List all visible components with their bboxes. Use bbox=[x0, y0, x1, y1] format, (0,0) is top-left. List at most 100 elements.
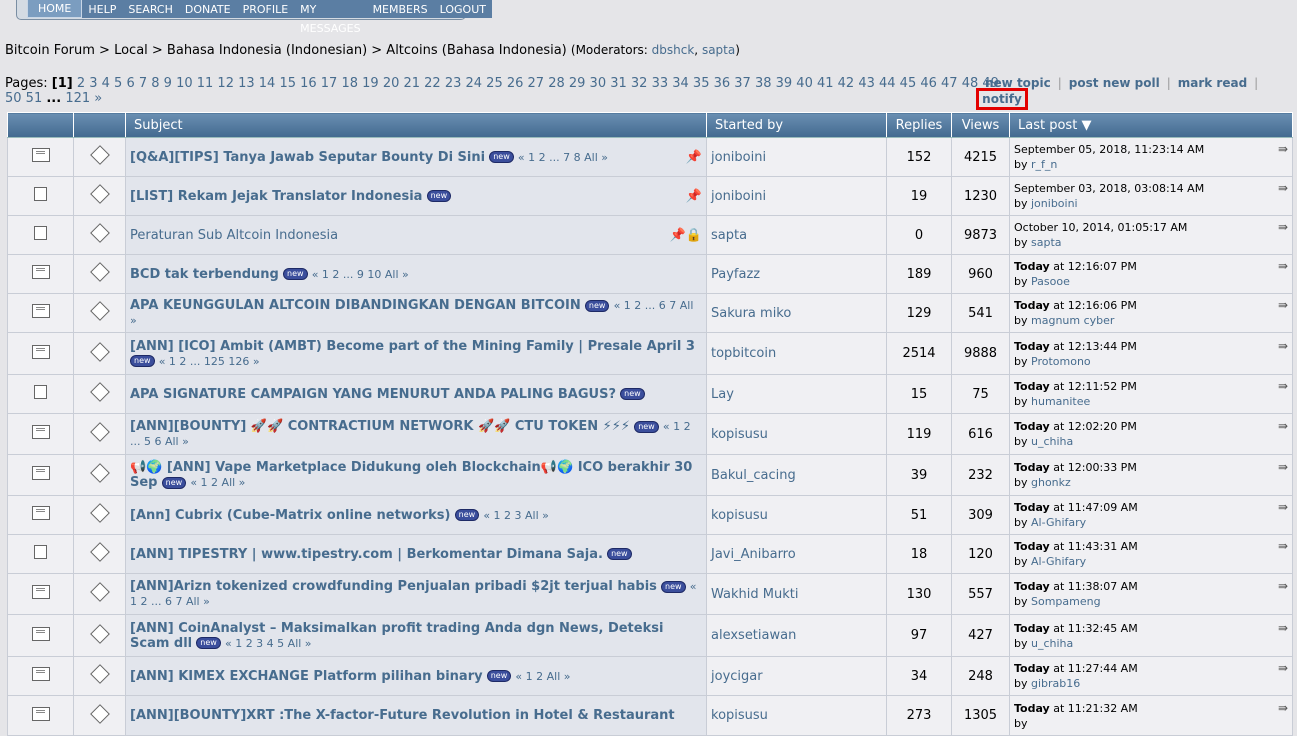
last-poster-link[interactable]: u_chiha bbox=[1031, 435, 1073, 448]
starter-link[interactable]: kopisusu bbox=[711, 708, 768, 723]
go-to-last-post-icon[interactable]: ⇛ bbox=[1278, 661, 1288, 676]
topic-pages[interactable]: « 1 2 ... 125 126 » bbox=[159, 355, 260, 368]
starter-link[interactable]: topbitcoin bbox=[711, 346, 776, 361]
new-badge-icon[interactable]: new bbox=[584, 299, 610, 312]
last-poster-link[interactable]: magnum cyber bbox=[1031, 314, 1114, 327]
topic-pages[interactable]: « 1 2 All » bbox=[515, 670, 570, 683]
topic-icon bbox=[34, 385, 47, 399]
last-poster-link[interactable]: joniboini bbox=[1031, 197, 1078, 210]
topic-link[interactable]: [ANN] KIMEX EXCHANGE Platform pilihan bi… bbox=[130, 669, 483, 684]
moderator-link[interactable]: dbshck bbox=[652, 43, 695, 57]
menu-logout[interactable]: LOGOUT bbox=[433, 0, 492, 18]
col-views[interactable]: Views bbox=[951, 112, 1010, 138]
go-to-last-post-icon[interactable]: ⇛ bbox=[1278, 259, 1288, 274]
go-to-last-post-icon[interactable]: ⇛ bbox=[1278, 298, 1288, 313]
last-poster-link[interactable]: humanitee bbox=[1031, 395, 1090, 408]
go-to-last-post-icon[interactable]: ⇛ bbox=[1278, 220, 1288, 235]
topic-link[interactable]: APA SIGNATURE CAMPAIGN YANG MENURUT ANDA… bbox=[130, 387, 616, 402]
last-poster-link[interactable]: gibrab16 bbox=[1031, 677, 1080, 690]
last-poster-link[interactable]: Protomono bbox=[1031, 355, 1091, 368]
go-to-last-post-icon[interactable]: ⇛ bbox=[1278, 500, 1288, 515]
go-to-last-post-icon[interactable]: ⇛ bbox=[1278, 579, 1288, 594]
new-badge-icon[interactable]: new bbox=[283, 268, 308, 280]
menu-members[interactable]: MEMBERS bbox=[366, 0, 434, 18]
last-poster-link[interactable]: Al-Ghifary bbox=[1031, 516, 1086, 529]
new-badge-icon[interactable]: new bbox=[130, 355, 155, 367]
topic-link[interactable]: BCD tak terbendung bbox=[130, 267, 279, 282]
col-subject[interactable]: Subject bbox=[125, 112, 707, 138]
go-to-last-post-icon[interactable]: ⇛ bbox=[1278, 142, 1288, 157]
starter-link[interactable]: Lay bbox=[711, 387, 734, 402]
starter-link[interactable]: Wakhid Mukti bbox=[711, 587, 798, 602]
new-badge-icon[interactable]: new bbox=[454, 509, 480, 521]
new-badge-icon[interactable]: new bbox=[661, 580, 686, 593]
topic-pages[interactable]: « 1 2 ... 7 8 All » bbox=[518, 151, 608, 164]
starter-link[interactable]: sapta bbox=[711, 228, 747, 243]
topic-pages[interactable]: « 1 2 3 All » bbox=[483, 509, 549, 522]
starter-link[interactable]: Bakul_cacing bbox=[711, 468, 796, 483]
starter-link[interactable]: kopisusu bbox=[711, 508, 768, 523]
topic-link[interactable]: APA KEUNGGULAN ALTCOIN DIBANDINGKAN DENG… bbox=[130, 298, 581, 313]
go-to-last-post-icon[interactable]: ⇛ bbox=[1278, 419, 1288, 434]
col-replies[interactable]: Replies bbox=[886, 112, 952, 138]
go-to-last-post-icon[interactable]: ⇛ bbox=[1278, 621, 1288, 636]
new-badge-icon[interactable]: new bbox=[489, 151, 514, 163]
starter-link[interactable]: alexsetiawan bbox=[711, 628, 796, 643]
col-started-by[interactable]: Started by bbox=[706, 112, 887, 138]
last-poster-link[interactable]: sapta bbox=[1031, 236, 1062, 249]
menu-help[interactable]: HELP bbox=[82, 0, 123, 18]
menu-donate[interactable]: DONATE bbox=[178, 0, 237, 18]
last-poster-link[interactable]: Pasooe bbox=[1031, 275, 1070, 288]
last-poster-link[interactable]: u_chiha bbox=[1031, 637, 1073, 650]
topic-link[interactable]: [ANN][BOUNTY]XRT :The X-factor-Future Re… bbox=[130, 708, 675, 723]
col-last-post[interactable]: Last post ▼ bbox=[1009, 112, 1293, 138]
new-badge-icon[interactable]: new bbox=[486, 670, 512, 682]
mark-read-button[interactable]: mark read bbox=[1178, 76, 1247, 90]
new-badge-icon[interactable]: new bbox=[426, 190, 452, 202]
last-poster-link[interactable]: r_f_n bbox=[1031, 158, 1057, 171]
new-poll-button[interactable]: post new poll bbox=[1069, 76, 1160, 90]
new-badge-icon[interactable]: new bbox=[620, 388, 645, 400]
menu-search[interactable]: SEARCH bbox=[122, 0, 179, 18]
topic-pages[interactable]: « 1 2 3 4 5 All » bbox=[225, 637, 312, 650]
go-to-last-post-icon[interactable]: ⇛ bbox=[1278, 181, 1288, 196]
last-page-link[interactable]: 121 » bbox=[65, 91, 102, 106]
moderator-link[interactable]: sapta bbox=[702, 43, 735, 57]
topic-pages[interactable]: « 1 2 All » bbox=[190, 476, 245, 489]
page-links[interactable]: 2 3 4 5 6 7 8 9 10 11 12 13 14 15 16 17 … bbox=[77, 76, 999, 91]
new-badge-icon[interactable]: new bbox=[607, 548, 632, 560]
starter-link[interactable]: joycigar bbox=[711, 669, 763, 684]
topic-link[interactable]: Peraturan Sub Altcoin Indonesia bbox=[130, 228, 338, 243]
menu-profile[interactable]: PROFILE bbox=[236, 0, 295, 18]
last-poster-link[interactable]: Al-Ghifary bbox=[1031, 555, 1086, 568]
go-to-last-post-icon[interactable]: ⇛ bbox=[1278, 379, 1288, 394]
notify-button[interactable]: notify bbox=[982, 92, 1022, 106]
last-poster-link[interactable]: Sompameng bbox=[1031, 595, 1101, 608]
menu-my-messages[interactable]: MY MESSAGES bbox=[294, 0, 367, 35]
topic-pages[interactable]: « 1 2 ... 9 10 All » bbox=[312, 268, 409, 281]
go-to-last-post-icon[interactable]: ⇛ bbox=[1278, 339, 1288, 354]
breadcrumb-path[interactable]: Bitcoin Forum > Local > Bahasa Indonesia… bbox=[5, 43, 567, 58]
new-badge-icon[interactable]: new bbox=[196, 637, 221, 649]
new-badge-icon[interactable]: new bbox=[634, 420, 659, 433]
starter-link[interactable]: joniboini bbox=[711, 189, 766, 204]
topic-link[interactable]: [Q&A][TIPS] Tanya Jawab Seputar Bounty D… bbox=[130, 150, 485, 165]
topic-link[interactable]: [ANN]Arizn tokenized crowdfunding Penjua… bbox=[130, 579, 657, 594]
page-links-2[interactable]: 50 51 bbox=[5, 91, 42, 106]
last-poster-link[interactable]: ghonkz bbox=[1031, 476, 1071, 489]
starter-link[interactable]: joniboini bbox=[711, 150, 766, 165]
starter-link[interactable]: Javi_Anibarro bbox=[711, 547, 796, 562]
topic-link[interactable]: [ANN][BOUNTY] 🚀🚀 CONTRACTIUM NETWORK 🚀🚀 … bbox=[130, 419, 630, 434]
go-to-last-post-icon[interactable]: ⇛ bbox=[1278, 701, 1288, 716]
go-to-last-post-icon[interactable]: ⇛ bbox=[1278, 539, 1288, 554]
new-badge-icon[interactable]: new bbox=[161, 476, 187, 489]
starter-link[interactable]: Sakura miko bbox=[711, 306, 791, 321]
menu-home[interactable]: HOME bbox=[27, 0, 83, 18]
topic-link[interactable]: [ANN] TIPESTRY | www.tipestry.com | Berk… bbox=[130, 547, 603, 562]
go-to-last-post-icon[interactable]: ⇛ bbox=[1278, 460, 1288, 475]
starter-link[interactable]: kopisusu bbox=[711, 427, 768, 442]
topic-link[interactable]: [LIST] Rekam Jejak Translator Indonesia bbox=[130, 189, 422, 204]
topic-link[interactable]: [Ann] Cubrix (Cube-Matrix online network… bbox=[130, 508, 450, 523]
topic-link[interactable]: [ANN] [ICO] Ambit (AMBT) Become part of … bbox=[130, 339, 695, 354]
starter-link[interactable]: Payfazz bbox=[711, 267, 760, 282]
